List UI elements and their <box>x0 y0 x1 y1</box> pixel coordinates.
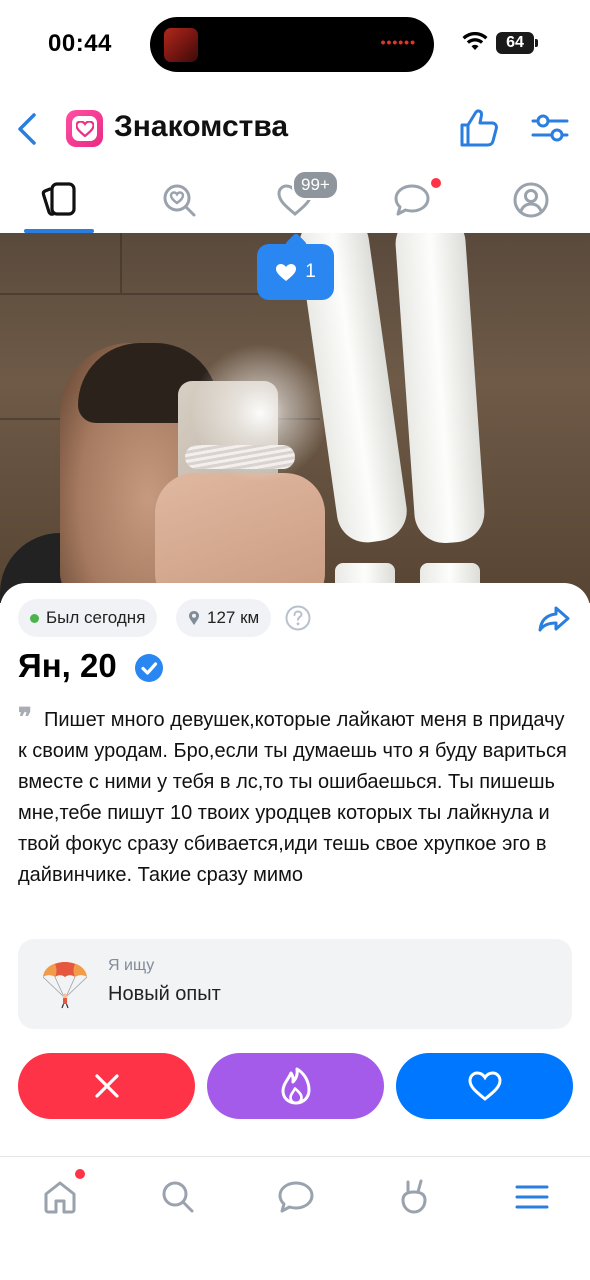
thumbs-up-icon[interactable] <box>458 108 500 148</box>
dislike-button[interactable] <box>18 1053 195 1119</box>
likes-count-badge: 99+ <box>292 170 339 200</box>
last-seen-text: Был сегодня <box>46 608 146 627</box>
nav-messages[interactable] <box>274 1175 318 1219</box>
filter-icon[interactable] <box>530 112 570 144</box>
location-pin-icon <box>189 611 199 625</box>
tab-profile[interactable] <box>496 170 566 230</box>
menu-icon <box>515 1185 549 1209</box>
profile-icon <box>513 182 549 218</box>
unread-dot <box>431 178 441 188</box>
heart-app-icon <box>66 110 103 147</box>
online-status-dot <box>30 613 39 623</box>
close-icon <box>94 1074 119 1098</box>
dynamic-island[interactable]: •••••• <box>150 17 434 72</box>
towel-rail-bar <box>393 233 487 546</box>
chat-icon <box>394 184 430 216</box>
like-button[interactable] <box>396 1053 573 1119</box>
app-header: Знакомства <box>0 100 590 156</box>
home-icon <box>44 1181 76 1214</box>
home-unread-dot <box>75 1169 85 1179</box>
super-like-button[interactable] <box>207 1053 384 1119</box>
tab-cards[interactable] <box>24 170 94 230</box>
status-time: 00:44 <box>48 30 112 57</box>
flame-icon <box>281 1067 310 1105</box>
search-heart-icon <box>163 184 196 217</box>
chevron-left-icon[interactable] <box>16 112 38 146</box>
nav-menu[interactable] <box>510 1175 554 1219</box>
seeking-block: Я ищу Новый опыт <box>18 939 572 1029</box>
quote-icon: ❞ <box>18 703 32 733</box>
now-playing-thumbnail <box>164 28 198 62</box>
tab-search-matches[interactable] <box>144 170 214 230</box>
status-bar: 00:44 •••••• 64 <box>0 0 590 90</box>
distance-text: 127 км <box>207 608 260 627</box>
verified-icon <box>135 654 163 682</box>
nav-search[interactable] <box>156 1175 200 1219</box>
likes-tooltip-count: 1 <box>305 261 316 282</box>
distance-chip: 127 км <box>176 599 272 637</box>
wifi-icon <box>462 32 488 50</box>
seeking-label: Я ищу <box>108 957 155 974</box>
clips-icon <box>401 1179 427 1214</box>
seeking-value: Новый опыт <box>108 983 221 1005</box>
tile-grout <box>120 233 122 293</box>
heart-filled-icon <box>276 263 297 281</box>
heart-icon <box>467 1071 502 1101</box>
chat-icon <box>278 1181 314 1213</box>
page-title: Знакомства <box>114 110 289 143</box>
recording-indicator: •••••• <box>380 34 416 50</box>
battery-indicator: 64 <box>496 32 538 54</box>
nav-clips[interactable] <box>392 1175 436 1219</box>
likes-tooltip[interactable]: 1 <box>257 244 334 300</box>
share-icon[interactable] <box>537 605 571 633</box>
help-icon[interactable] <box>285 605 311 631</box>
photo-scribble-redaction <box>185 445 295 469</box>
bottom-navigation <box>0 1156 590 1280</box>
last-seen-chip: Был сегодня <box>18 599 158 637</box>
cards-icon <box>41 182 76 216</box>
profile-bio: ❞ Пишет много девушек,которые лайкают мен… <box>18 703 574 891</box>
profile-name: Ян, 20 <box>18 647 117 684</box>
parachute-icon <box>42 962 88 1009</box>
profile-card: Был сегодня 127 км Ян, 20 ❞ Пишет много д… <box>0 583 590 1048</box>
nav-home[interactable] <box>38 1175 82 1219</box>
bio-text: Пишет много девушек,которые лайкают меня… <box>18 709 567 886</box>
search-icon <box>162 1181 194 1213</box>
action-buttons <box>0 1053 590 1119</box>
